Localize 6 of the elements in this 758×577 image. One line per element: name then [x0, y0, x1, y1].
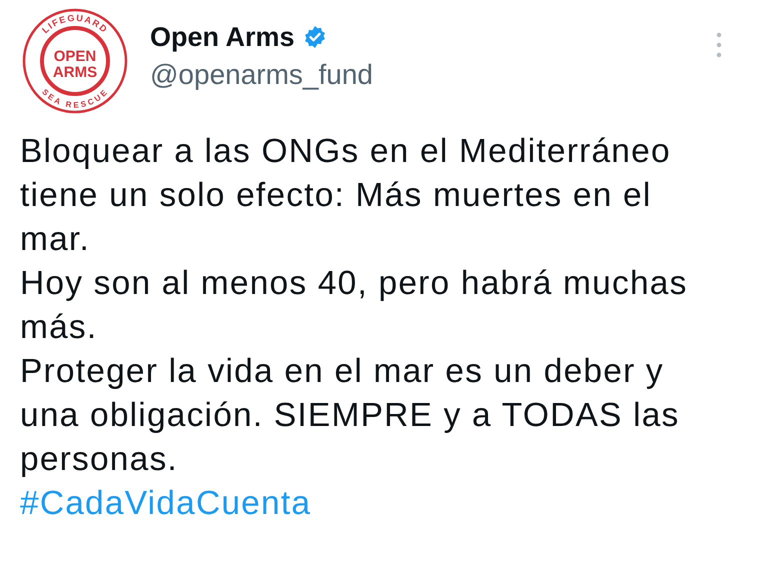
account-name[interactable]: Open Arms — [150, 20, 295, 54]
more-options-icon[interactable] — [716, 32, 722, 58]
tweet-text: Bloquear a las ONGs en el Mediterráneo tiene un solo efecto: Más muertes en el mar. — [20, 132, 672, 260]
account-handle[interactable]: @openarms_fund — [150, 56, 716, 94]
tweet-text: Proteger la vida en el mar es un deber y una obligación. SIEMPRE y a TODAS las personas. — [20, 352, 680, 480]
tweet-text: Hoy son al menos 40, pero habrá muchas más. — [20, 264, 689, 348]
